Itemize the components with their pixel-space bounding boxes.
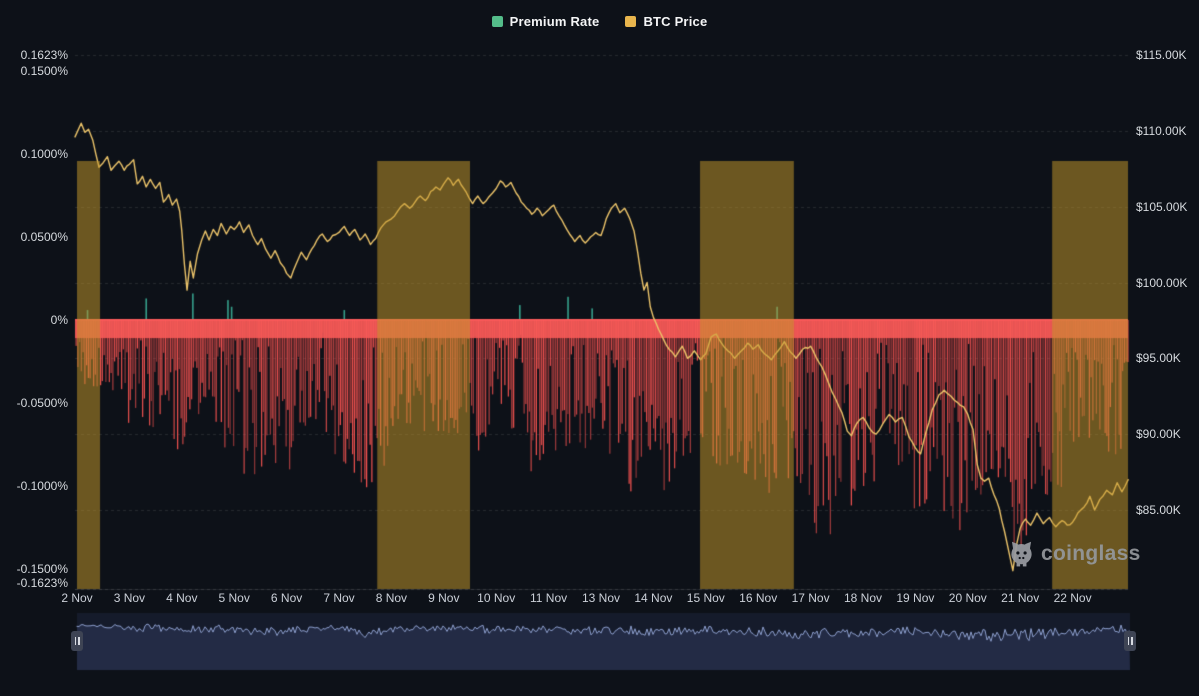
left-axis-label: 0% — [0, 313, 68, 327]
left-axis-label: 0.1500% — [0, 64, 68, 78]
chart-legend: Premium Rate BTC Price — [0, 14, 1199, 29]
coinglass-logo-icon — [1008, 540, 1035, 567]
x-axis-label: 5 Nov — [206, 591, 262, 605]
drag-grip-icon — [1128, 637, 1130, 645]
x-axis-label: 17 Nov — [783, 591, 839, 605]
x-axis-label: 19 Nov — [887, 591, 943, 605]
legend-label-premium-rate: Premium Rate — [510, 14, 600, 29]
right-axis-label: $105.00K — [1136, 200, 1187, 214]
right-axis-label: $115.00K — [1136, 48, 1187, 62]
x-axis-label: 14 Nov — [625, 591, 681, 605]
right-axis-label: $95.00K — [1136, 351, 1181, 365]
watermark-text: coinglass — [1041, 542, 1141, 566]
x-axis-label: 3 Nov — [101, 591, 157, 605]
drag-grip-icon — [1131, 637, 1133, 645]
left-axis-label: -0.0500% — [0, 396, 68, 410]
left-axis-label: -0.1500% — [0, 562, 68, 576]
x-axis-label: 21 Nov — [992, 591, 1048, 605]
legend-item-premium-rate[interactable]: Premium Rate — [492, 14, 600, 29]
left-axis-label: 0.0500% — [0, 230, 68, 244]
btc-price-swatch-icon — [625, 16, 636, 27]
legend-label-btc-price: BTC Price — [643, 14, 707, 29]
x-axis-label: 8 Nov — [363, 591, 419, 605]
x-axis-label: 13 Nov — [573, 591, 629, 605]
x-axis-label: 2 Nov — [49, 591, 105, 605]
right-axis-label: $85.00K — [1136, 503, 1181, 517]
x-axis-label: 22 Nov — [1045, 591, 1101, 605]
coinglass-watermark: coinglass — [1008, 540, 1141, 567]
drag-grip-icon — [78, 637, 80, 645]
navigator-right-handle[interactable] — [1124, 631, 1136, 651]
x-axis-label: 4 Nov — [154, 591, 210, 605]
left-axis-label: 0.1623% — [0, 48, 68, 62]
x-axis-label: 15 Nov — [678, 591, 734, 605]
x-axis-label: 18 Nov — [835, 591, 891, 605]
x-axis-label: 10 Nov — [468, 591, 524, 605]
x-axis-label: 9 Nov — [416, 591, 472, 605]
x-axis-label: 11 Nov — [521, 591, 577, 605]
left-axis-label: -0.1623% — [0, 576, 68, 590]
left-axis-label: 0.1000% — [0, 147, 68, 161]
navigator-left-handle[interactable] — [71, 631, 83, 651]
x-axis-label: 20 Nov — [940, 591, 996, 605]
drag-grip-icon — [75, 637, 77, 645]
right-axis-label: $110.00K — [1136, 124, 1187, 138]
chart-page: Premium Rate BTC Price 0.1623% 0.1500% 0.1… — [0, 0, 1199, 696]
legend-item-btc-price[interactable]: BTC Price — [625, 14, 707, 29]
left-axis-label: -0.1000% — [0, 479, 68, 493]
right-axis-label: $100.00K — [1136, 276, 1187, 290]
x-axis-label: 16 Nov — [730, 591, 786, 605]
x-axis-label: 6 Nov — [259, 591, 315, 605]
premium-rate-swatch-icon — [492, 16, 503, 27]
x-axis-label: 7 Nov — [311, 591, 367, 605]
right-axis-label: $90.00K — [1136, 427, 1181, 441]
